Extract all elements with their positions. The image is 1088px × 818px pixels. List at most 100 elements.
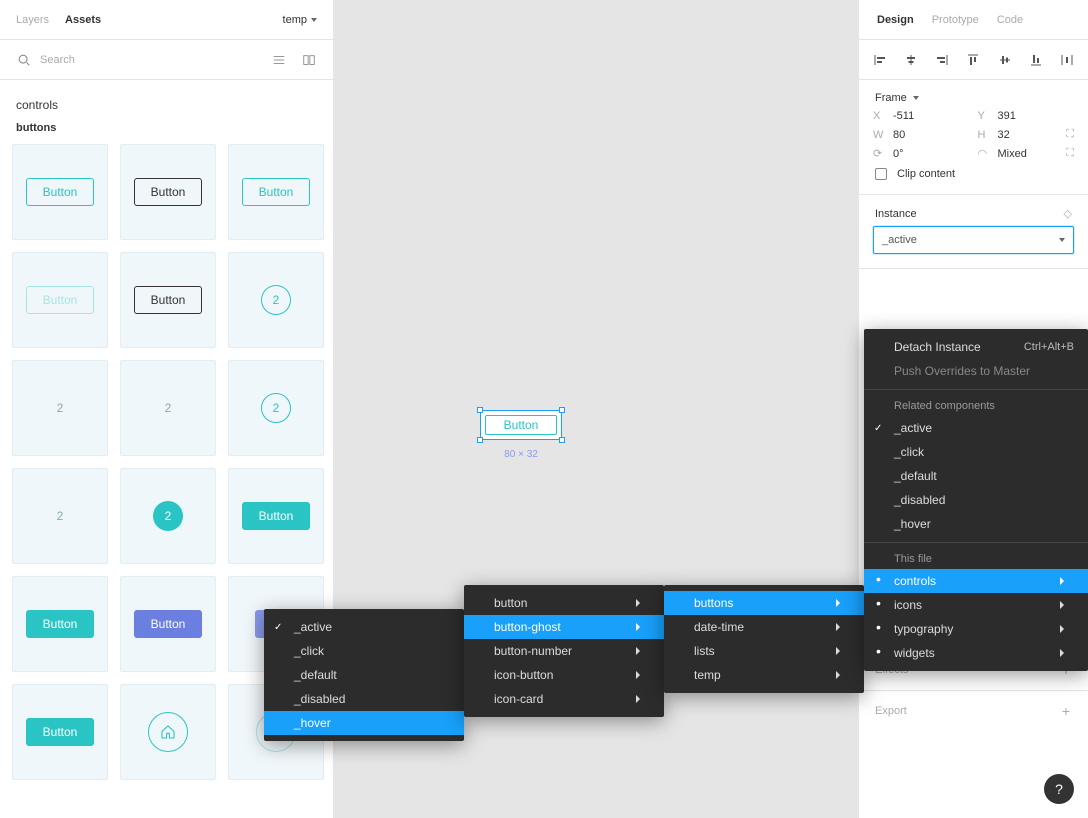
asset-tile[interactable]: Button xyxy=(12,576,108,672)
list-view-icon[interactable] xyxy=(271,52,287,68)
clip-checkbox[interactable] xyxy=(875,168,887,180)
menu-item-_click[interactable]: _click xyxy=(264,639,464,663)
menu-item-date-time[interactable]: date-time xyxy=(664,615,864,639)
menu-item-_hover[interactable]: _hover xyxy=(864,512,1088,536)
menu-detach-instance[interactable]: Detach Instance Ctrl+Alt+B xyxy=(864,335,1088,359)
menu-item-button-number[interactable]: button-number xyxy=(464,639,664,663)
tab-prototype[interactable]: Prototype xyxy=(932,14,979,26)
asset-preview: Button xyxy=(26,286,95,314)
menu-item-_active[interactable]: _active xyxy=(864,416,1088,440)
prop-x[interactable]: X-511 xyxy=(873,110,970,122)
menu-item-temp[interactable]: temp xyxy=(664,663,864,687)
asset-preview: Button xyxy=(26,718,95,746)
prop-radius[interactable]: ◠Mixed⛶ xyxy=(978,147,1075,160)
right-tabs: Design Prototype Code xyxy=(859,0,1088,40)
asset-tile[interactable]: 2 xyxy=(12,360,108,456)
instance-label: Instance xyxy=(875,208,917,220)
asset-tile[interactable]: Button xyxy=(228,468,324,564)
asset-tile[interactable]: 2 xyxy=(228,252,324,348)
library-icon[interactable] xyxy=(301,52,317,68)
menu-item-controls[interactable]: controls xyxy=(864,569,1088,593)
menu-item-_default[interactable]: _default xyxy=(264,663,464,687)
asset-preview: 2 xyxy=(153,501,183,531)
align-vcenter-icon[interactable] xyxy=(998,53,1012,67)
export-label[interactable]: Export xyxy=(875,705,907,717)
asset-tile[interactable]: Button xyxy=(120,576,216,672)
prop-rotation[interactable]: ⟳0° xyxy=(873,147,970,160)
menu-item-icon-button[interactable]: icon-button xyxy=(464,663,664,687)
asset-tile[interactable]: 2 xyxy=(12,468,108,564)
submenu-arrow-icon xyxy=(836,599,840,607)
asset-tile[interactable]: 2 xyxy=(120,360,216,456)
align-top-icon[interactable] xyxy=(966,53,980,67)
search-icon xyxy=(16,52,32,68)
prop-h[interactable]: H32⛶ xyxy=(978,128,1075,141)
menu-item-typography[interactable]: typography xyxy=(864,617,1088,641)
assets-section-title: controls xyxy=(16,98,317,112)
asset-tile[interactable]: 2 xyxy=(228,360,324,456)
menu-item-_default[interactable]: _default xyxy=(864,464,1088,488)
resize-handle-tl[interactable] xyxy=(477,407,483,413)
asset-tile[interactable]: Button xyxy=(12,144,108,240)
submenu-arrow-icon xyxy=(1060,601,1064,609)
menu-push-overrides: Push Overrides to Master xyxy=(864,359,1088,383)
asset-tile[interactable]: Button xyxy=(12,684,108,780)
align-left-icon[interactable] xyxy=(873,53,887,67)
submenu-arrow-icon xyxy=(1060,625,1064,633)
tab-design[interactable]: Design xyxy=(877,14,914,26)
prop-y[interactable]: Y391 xyxy=(978,110,1075,122)
menu-item-button-ghost[interactable]: button-ghost xyxy=(464,615,664,639)
asset-tile[interactable] xyxy=(120,684,216,780)
submenu-arrow-icon xyxy=(1060,577,1064,585)
tab-code[interactable]: Code xyxy=(997,14,1023,26)
submenu-arrow-icon xyxy=(636,647,640,655)
menu-heading-thisfile: This file xyxy=(864,549,1088,569)
prop-w[interactable]: W80 xyxy=(873,128,970,141)
menu-item-_disabled[interactable]: _disabled xyxy=(264,687,464,711)
page-selector[interactable]: temp xyxy=(283,14,317,26)
add-export-icon[interactable]: + xyxy=(1062,703,1072,719)
resize-handle-tr[interactable] xyxy=(559,407,565,413)
radius-detail-icon[interactable]: ⛶ xyxy=(1066,147,1074,160)
frame-section: Frame X-511 Y391 W80 H32⛶ ⟳0° ◠Mixed⛶ Cl… xyxy=(859,80,1088,195)
chevron-down-icon xyxy=(1059,238,1065,242)
asset-tile[interactable]: Button xyxy=(12,252,108,348)
asset-tile[interactable]: Button xyxy=(228,144,324,240)
asset-tile[interactable]: Button xyxy=(120,144,216,240)
frame-label[interactable]: Frame xyxy=(875,92,907,104)
menu-item-icon-card[interactable]: icon-card xyxy=(464,687,664,711)
submenu-arrow-icon xyxy=(836,623,840,631)
resize-handle-bl[interactable] xyxy=(477,437,483,443)
align-hcenter-icon[interactable] xyxy=(904,53,918,67)
menu-item-widgets[interactable]: widgets xyxy=(864,641,1088,665)
menu-item-lists[interactable]: lists xyxy=(664,639,864,663)
go-to-master-icon[interactable]: ◇ xyxy=(1064,207,1072,220)
link-wh-icon[interactable]: ⛶ xyxy=(1066,128,1074,141)
menu-item-buttons[interactable]: buttons xyxy=(664,591,864,615)
menu-item-_hover[interactable]: _hover xyxy=(264,711,464,735)
menu-item-button[interactable]: button xyxy=(464,591,664,615)
align-right-icon[interactable] xyxy=(935,53,949,67)
asset-tile[interactable]: Button xyxy=(120,252,216,348)
asset-tile[interactable]: 2 xyxy=(120,468,216,564)
help-button[interactable]: ? xyxy=(1044,774,1074,804)
search-input[interactable] xyxy=(40,54,263,66)
clip-content-row[interactable]: Clip content xyxy=(859,160,1088,180)
tab-assets[interactable]: Assets xyxy=(65,14,101,26)
menu-item-_click[interactable]: _click xyxy=(864,440,1088,464)
instance-swap-menu[interactable]: Detach Instance Ctrl+Alt+B Push Override… xyxy=(864,329,1088,671)
submenu-button-types[interactable]: buttonbutton-ghostbutton-numbericon-butt… xyxy=(464,585,664,717)
menu-item-_disabled[interactable]: _disabled xyxy=(864,488,1088,512)
submenu-states[interactable]: _active_click_default_disabled_hover xyxy=(264,609,464,741)
submenu-categories[interactable]: buttonsdate-timeliststemp xyxy=(664,585,864,693)
menu-item-_active[interactable]: _active xyxy=(264,615,464,639)
menu-item-icons[interactable]: icons xyxy=(864,593,1088,617)
selected-frame[interactable]: Button 80 × 32 xyxy=(478,408,564,442)
resize-handle-br[interactable] xyxy=(559,437,565,443)
distribute-icon[interactable] xyxy=(1060,53,1074,67)
tab-layers[interactable]: Layers xyxy=(16,14,49,26)
asset-preview: Button xyxy=(26,178,95,206)
align-bottom-icon[interactable] xyxy=(1029,53,1043,67)
clip-label: Clip content xyxy=(897,168,955,180)
instance-swap-field[interactable]: _active xyxy=(873,226,1074,254)
